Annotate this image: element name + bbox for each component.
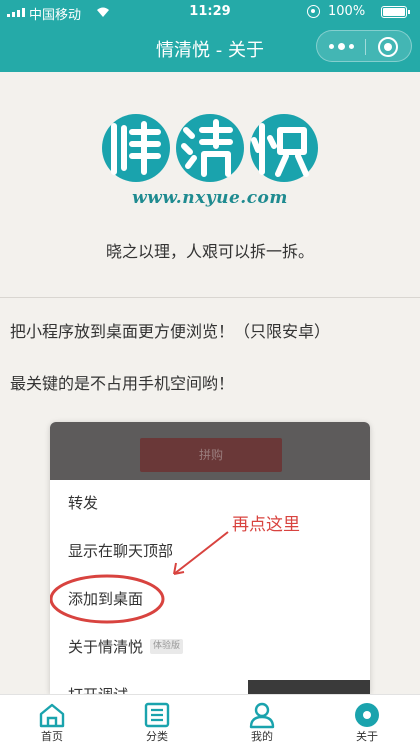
capsule-divider [365, 39, 366, 55]
tab-mine-label: 我的 [251, 730, 273, 743]
highlight-ellipse [50, 574, 165, 624]
tab-mine[interactable]: 我的 [220, 695, 304, 747]
tab-about[interactable]: 关于 [325, 695, 409, 747]
battery-icon [381, 6, 410, 18]
tab-category-label: 分类 [146, 730, 168, 743]
screenshot-corner-overlay [248, 680, 370, 694]
tab-category[interactable]: 分类 [115, 695, 199, 747]
home-icon [39, 703, 65, 728]
tutorial-screenshot: 拼购 转发 显示在聊天顶部 添加到桌面 关于情清悦 体验版 打开调试 再点这里 [50, 422, 370, 694]
add-to-desktop-tip: 把小程序放到桌面更方便浏览！（只限安卓） [10, 322, 331, 341]
about-icon [355, 703, 379, 727]
annotation-marks [50, 531, 229, 624]
tab-bar: 首页 分类 我的 关于 [0, 694, 420, 747]
annotation-arrow [173, 531, 229, 575]
user-icon [249, 702, 275, 729]
more-options-button[interactable] [317, 31, 365, 61]
status-bar: 中国移动 11:29 100% [0, 0, 420, 24]
rotation-lock-icon [307, 5, 320, 18]
divider [0, 297, 420, 298]
logo-url: www.nxyue.com [132, 188, 288, 208]
battery-percent: 100% [328, 4, 366, 19]
list-icon [144, 702, 170, 728]
mini-program-capsule [316, 30, 412, 62]
tab-home[interactable]: 首页 [10, 695, 94, 747]
tab-about-label: 关于 [356, 730, 378, 743]
slogan: 晓之以理，人艰可以拆一拆。 [105, 242, 314, 261]
storage-tip: 最关键的是不占用手机空间哟！ [10, 374, 235, 393]
tab-home-label: 首页 [41, 730, 63, 743]
close-mini-program-button[interactable] [378, 37, 398, 57]
annotation-text: 再点这里 [232, 515, 300, 535]
